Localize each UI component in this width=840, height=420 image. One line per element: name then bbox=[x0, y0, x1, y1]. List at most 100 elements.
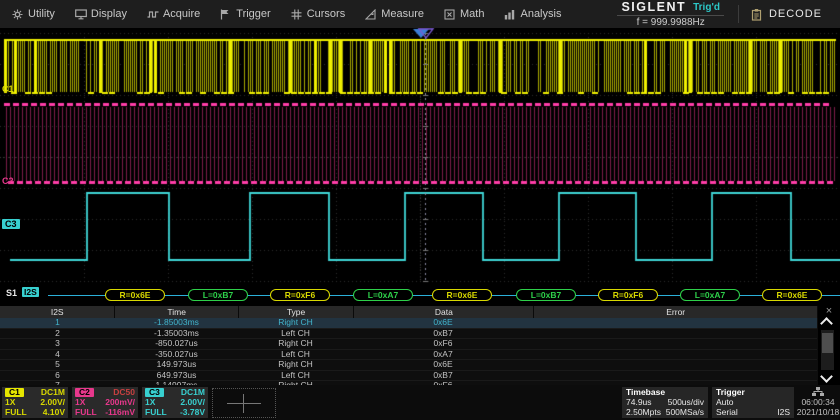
channel-field: FULL bbox=[75, 407, 97, 417]
menu-item-acquire[interactable]: Acquire bbox=[147, 8, 200, 20]
table-row[interactable]: 3-850.027usRight CH0xF6 bbox=[0, 339, 818, 350]
plus-icon bbox=[227, 403, 261, 404]
bus-protocol-badge: I2S bbox=[22, 287, 39, 297]
menu-item-measure[interactable]: Measure bbox=[365, 8, 424, 20]
trigger-protocol: I2S bbox=[777, 407, 790, 417]
cell-error bbox=[533, 339, 817, 350]
cell-i2s: 5 bbox=[0, 360, 115, 371]
table-row[interactable]: 5149.973usRight CH0x6E bbox=[0, 360, 818, 371]
table-row[interactable]: 6649.973usLeft CH0xB7 bbox=[0, 371, 818, 382]
decode-bubble-right: R=0x6E bbox=[432, 289, 492, 301]
cell-i2s: 4 bbox=[0, 350, 115, 361]
menu-item-label: Measure bbox=[381, 8, 424, 20]
menu-item-label: Trigger bbox=[236, 8, 270, 20]
table-row[interactable]: 1-1.85003msRight CH0x6E bbox=[0, 318, 818, 329]
cell-data: 0x6E bbox=[353, 360, 533, 371]
column-header-error: Error bbox=[534, 306, 818, 318]
column-header-i2s: I2S bbox=[0, 306, 115, 318]
menu-item-label: Display bbox=[91, 8, 127, 20]
channel-badge: C1 bbox=[5, 388, 24, 397]
add-channel-box[interactable] bbox=[212, 388, 276, 418]
decode-bus-strip: S1 I2S R=0x6EL=0xB7R=0xF6L=0xA7R=0x6EL=0… bbox=[0, 283, 840, 306]
scroll-up-icon[interactable] bbox=[820, 317, 833, 330]
channel-field: 1X bbox=[75, 397, 85, 407]
main-menu: Utility Display Acquire Trigger Cursors Measu… bbox=[0, 8, 561, 20]
channel-coupling: DC50 bbox=[113, 387, 135, 397]
trigger-status-badge: Trig'd bbox=[693, 2, 720, 13]
channel-field: 1X bbox=[5, 397, 15, 407]
timebase-title: Timebase bbox=[626, 387, 665, 397]
column-header-data: Data bbox=[354, 306, 534, 318]
channel-field: -116mV bbox=[105, 407, 135, 417]
siglent-logo: SIGLENT bbox=[621, 0, 686, 14]
trigger-mode: Auto bbox=[716, 397, 734, 407]
timebase-panel[interactable]: Timebase 74.9us500us/div 2.50Mpts500MSa/… bbox=[622, 387, 708, 418]
cell-i2s: 6 bbox=[0, 371, 115, 382]
cell-time: 649.973us bbox=[115, 371, 238, 382]
cell-time: -350.027us bbox=[115, 350, 238, 361]
top-menu-bar: Utility Display Acquire Trigger Cursors Measu… bbox=[0, 0, 840, 28]
table-row[interactable]: 4-350.027usLeft CH0xA7 bbox=[0, 350, 818, 361]
logo-block: SIGLENT Trig'd f = 999.9988Hz bbox=[609, 0, 732, 28]
plus-icon bbox=[243, 394, 244, 413]
channel-field: 4.10V bbox=[43, 407, 65, 417]
cell-type: Right CH bbox=[238, 360, 353, 371]
cell-time: 149.973us bbox=[115, 360, 238, 371]
waveform-display bbox=[0, 0, 840, 310]
channel-coupling: DC1M bbox=[41, 387, 65, 397]
decode-bubble-left: L=0xA7 bbox=[353, 289, 413, 301]
channel-label-c2[interactable]: C2 bbox=[2, 176, 14, 186]
channel-field: 2.00V/ bbox=[40, 397, 65, 407]
channel-field: FULL bbox=[5, 407, 27, 417]
channel-panel-c1[interactable]: C1 DC1M 1X 2.00V/FULL 4.10V bbox=[2, 387, 68, 418]
menu-item-analysis[interactable]: Analysis bbox=[504, 8, 561, 20]
decode-bubble-left: L=0xA7 bbox=[680, 289, 740, 301]
decode-bubble-left: L=0xB7 bbox=[516, 289, 576, 301]
cell-i2s: 2 bbox=[0, 329, 115, 340]
table-row[interactable]: 2-1.35003msLeft CH0xB7 bbox=[0, 329, 818, 340]
trigger-panel[interactable]: Trigger Auto SerialI2S bbox=[712, 387, 794, 418]
menu-item-display[interactable]: Display bbox=[75, 8, 127, 20]
decode-bubble-right: R=0xF6 bbox=[270, 289, 330, 301]
decode-button[interactable]: DECODE bbox=[745, 0, 840, 28]
channel-field: 1X bbox=[145, 397, 155, 407]
menu-item-label: Utility bbox=[28, 8, 55, 20]
decode-bubble-right: R=0xF6 bbox=[598, 289, 658, 301]
channel-panel-c2[interactable]: C2DC501X200mV/FULL-116mV bbox=[72, 387, 138, 418]
channel-coupling: DC1M bbox=[181, 387, 205, 397]
channel-badge: C3 bbox=[145, 388, 164, 397]
cell-error bbox=[533, 329, 817, 340]
menu-item-trigger[interactable]: Trigger bbox=[220, 8, 270, 20]
channel-label-c1[interactable]: C1 bbox=[2, 84, 14, 94]
cell-type: Right CH bbox=[238, 318, 353, 329]
cell-i2s: 1 bbox=[0, 318, 115, 329]
menu-item-utility[interactable]: Utility bbox=[12, 8, 55, 20]
bottom-status-bar: C1DC1M1X2.00V/FULL4.10VC2DC501X200mV/FUL… bbox=[0, 385, 840, 420]
cell-type: Left CH bbox=[238, 329, 353, 340]
menu-item-label: Analysis bbox=[520, 8, 561, 20]
gear-icon bbox=[12, 9, 23, 20]
menu-item-label: Cursors bbox=[307, 8, 346, 20]
cell-error bbox=[533, 318, 817, 329]
cell-data: 0x6E bbox=[353, 318, 533, 329]
timebase-delay: 74.9us bbox=[626, 397, 652, 407]
menu-item-cursors[interactable]: Cursors bbox=[291, 8, 346, 20]
menu-item-math[interactable]: Math bbox=[444, 8, 484, 20]
scroll-down-icon[interactable] bbox=[820, 370, 833, 383]
memory-depth: 2.50Mpts bbox=[626, 407, 661, 417]
cell-data: 0xF6 bbox=[353, 339, 533, 350]
scrollbar-thumb[interactable] bbox=[822, 333, 833, 353]
menu-item-label: Acquire bbox=[163, 8, 200, 20]
trigger-type: Serial bbox=[716, 407, 738, 417]
channel-label-c3[interactable]: C3 bbox=[2, 219, 20, 229]
close-table-icon[interactable]: × bbox=[820, 306, 838, 317]
channel-panel-c3[interactable]: C3DC1M1X2.00V/FULL-3.78V bbox=[142, 387, 208, 418]
cursors-icon bbox=[291, 9, 302, 20]
cell-i2s: 3 bbox=[0, 339, 115, 350]
table-side-controls: × bbox=[818, 306, 840, 385]
clock-time: 06:00:34 bbox=[801, 397, 834, 407]
scrollbar-track[interactable] bbox=[821, 330, 834, 370]
column-header-type: Type bbox=[239, 306, 354, 318]
cell-time: -1.35003ms bbox=[115, 329, 238, 340]
bus-source-label: S1 bbox=[6, 288, 17, 298]
